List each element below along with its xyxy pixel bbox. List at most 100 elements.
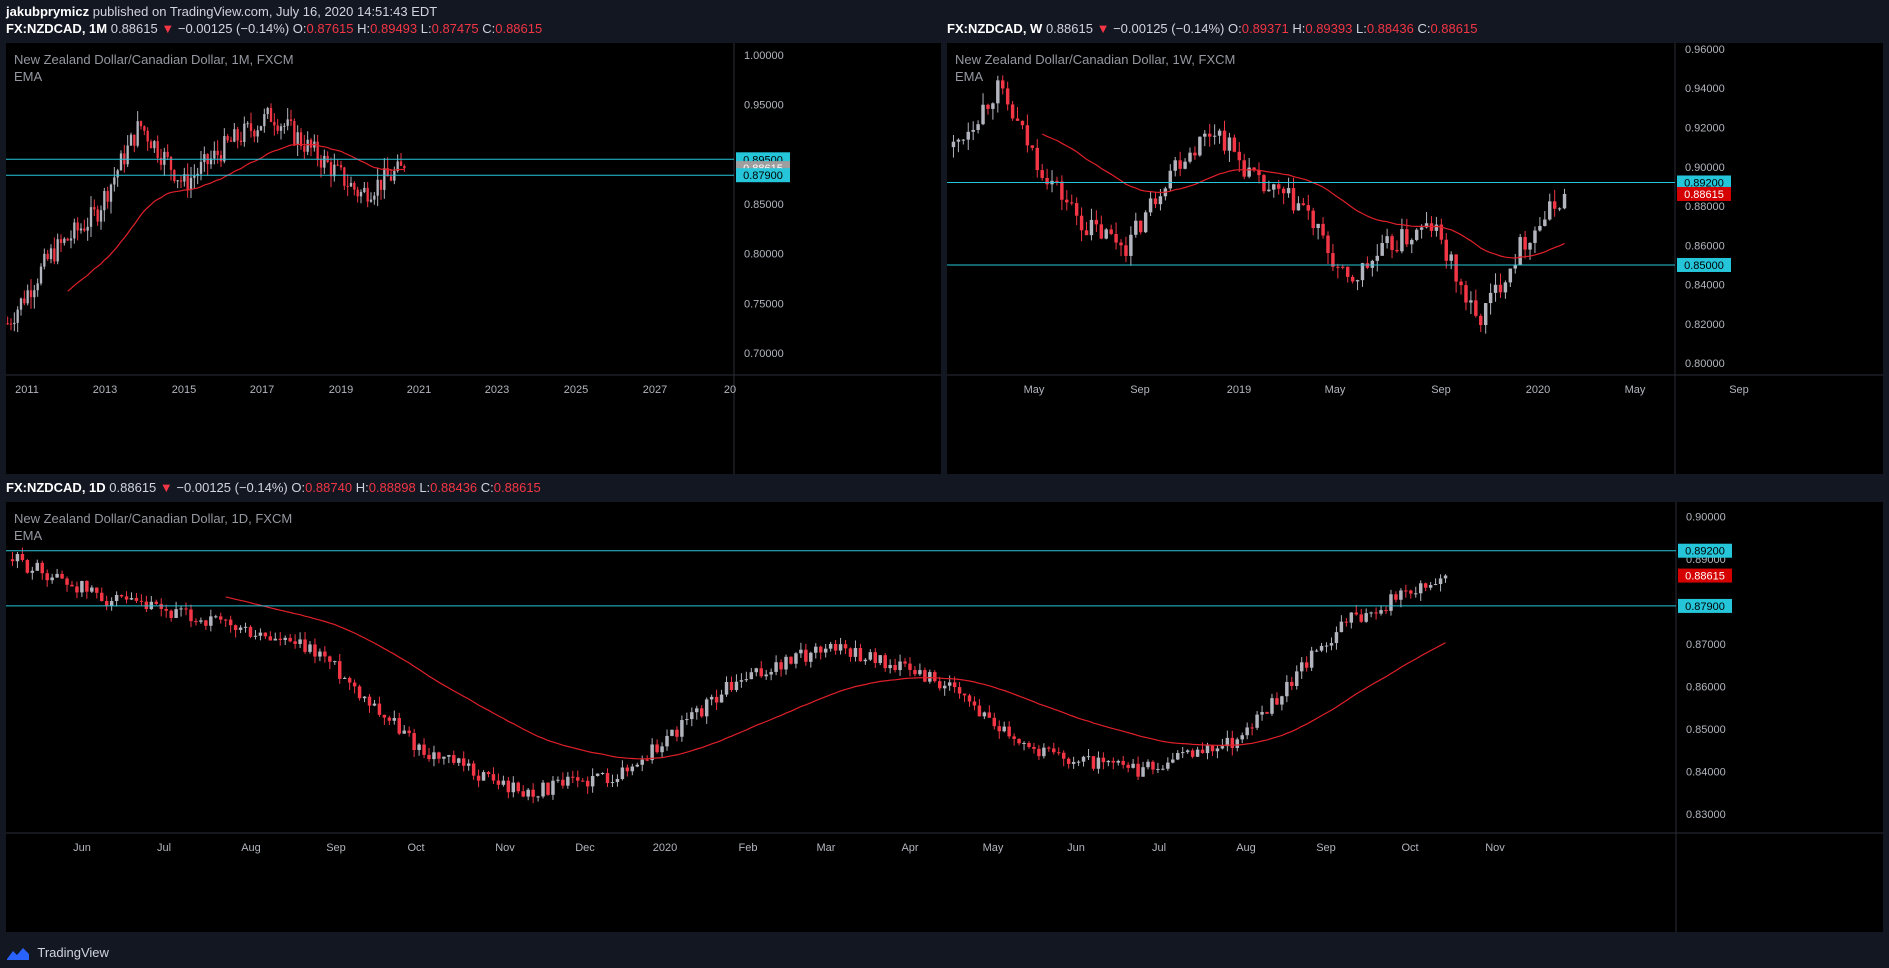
candle-body xyxy=(56,239,59,262)
candle-body xyxy=(1079,215,1084,231)
author-name[interactable]: jakubprymicz xyxy=(6,4,89,19)
low-value: 0.87475 xyxy=(431,21,479,36)
candle-body xyxy=(30,570,35,573)
legend-indicator[interactable]: EMA xyxy=(14,68,294,85)
candle-body xyxy=(1166,762,1170,769)
chart-header-monthly: FX:NZDCAD, 1M 0.88615 ▼ −0.00125 (−0.14%… xyxy=(6,21,543,36)
symbol-label[interactable]: FX:NZDCAD, 1D xyxy=(6,480,106,495)
ema-line xyxy=(67,143,405,292)
x-tick-label: 2025 xyxy=(564,384,588,396)
candle-body xyxy=(1007,726,1011,737)
candle-body xyxy=(1134,220,1138,235)
legend-title: New Zealand Dollar/Canadian Dollar, 1D, … xyxy=(14,511,293,526)
candle-body xyxy=(174,609,178,618)
candle-body xyxy=(1089,219,1094,236)
chart-canvas[interactable]: 0.900000.890000.870000.860000.850000.840… xyxy=(6,502,1883,932)
candle-body xyxy=(1055,180,1059,182)
down-arrow-icon: ▼ xyxy=(161,21,175,36)
candle-body xyxy=(83,228,86,231)
candle-body xyxy=(86,226,89,231)
candle-body xyxy=(665,735,669,747)
candle-body xyxy=(1129,234,1133,256)
candle-body xyxy=(571,776,575,778)
candle-body xyxy=(997,726,1001,732)
chart-canvas[interactable]: 0.96000 0.94000 0.92000 0.90000 0.88000 0.860… xyxy=(947,43,1883,474)
candle-body xyxy=(129,134,133,146)
candle-body xyxy=(362,696,367,699)
candle-body xyxy=(216,150,219,156)
candle-body xyxy=(1321,223,1325,236)
candle-body xyxy=(1066,758,1071,764)
candle-body xyxy=(1200,749,1205,754)
legend-indicator[interactable]: EMA xyxy=(955,68,1235,85)
candle-body xyxy=(236,129,239,141)
candle-body xyxy=(6,323,9,325)
candle-body xyxy=(1071,761,1076,764)
candle-body xyxy=(194,621,198,623)
candle-body xyxy=(293,120,296,145)
candle-body xyxy=(156,141,159,158)
candle-body xyxy=(1296,203,1301,211)
candle-body xyxy=(387,717,392,721)
candle-body xyxy=(1020,120,1025,126)
candle-body xyxy=(1295,671,1299,687)
candle-body xyxy=(739,680,744,682)
candle-body xyxy=(35,562,40,571)
candle-body xyxy=(928,672,932,682)
candle-body xyxy=(1141,767,1145,777)
candle-body xyxy=(1469,300,1473,303)
candle-body xyxy=(690,712,694,720)
legend-indicator[interactable]: EMA xyxy=(14,527,292,544)
candle-body xyxy=(1099,224,1104,239)
candle-body xyxy=(873,652,878,663)
candle-body xyxy=(1171,759,1175,763)
candle-body xyxy=(1227,137,1232,151)
candle-body xyxy=(377,703,382,715)
candle-body xyxy=(452,755,456,763)
candle-body xyxy=(246,123,249,125)
candle-body xyxy=(1562,193,1567,209)
candle-body xyxy=(9,323,13,325)
candle-body xyxy=(853,648,858,657)
candle-body xyxy=(402,730,406,734)
high-value: 0.88898 xyxy=(368,480,416,495)
x-tick-label: Sep xyxy=(1431,384,1451,396)
candle-body xyxy=(289,119,293,121)
candle-body xyxy=(1464,285,1468,303)
candle-body xyxy=(1533,230,1537,243)
candle-body xyxy=(1070,202,1074,204)
chart-pane-weekly[interactable]: 0.96000 0.94000 0.92000 0.90000 0.88000 0.860… xyxy=(947,43,1883,474)
candle-body xyxy=(25,559,30,573)
candle-body xyxy=(336,164,339,166)
candle-body xyxy=(319,159,323,168)
candle-body xyxy=(947,682,952,686)
candle-body xyxy=(903,661,907,664)
candle-body xyxy=(136,121,139,146)
candle-body xyxy=(1291,188,1296,211)
candle-body xyxy=(303,639,307,652)
tradingview-brand[interactable]: TradingView xyxy=(6,944,109,962)
candle-body xyxy=(55,573,59,578)
candle-body xyxy=(15,554,20,562)
candle-body xyxy=(119,594,124,597)
symbol-label[interactable]: FX:NZDCAD, W xyxy=(947,21,1042,36)
candle-body xyxy=(184,608,188,610)
chart-pane-monthly[interactable]: 1.00000 0.95000 0.85000 0.80000 0.75000 0.700… xyxy=(6,43,941,474)
x-tick-label: Aug xyxy=(1236,842,1256,854)
candle-body xyxy=(1523,237,1527,250)
candle-body xyxy=(1270,698,1274,714)
candle-body xyxy=(1027,742,1031,747)
candle-body xyxy=(1528,242,1532,250)
chart-canvas[interactable]: 1.00000 0.95000 0.85000 0.80000 0.75000 0.700… xyxy=(6,43,941,474)
chart-pane-daily[interactable]: 0.90000 0.89000 0.87000 0.86000 0.85000 0.840… xyxy=(6,502,1883,932)
candle-body xyxy=(99,210,103,222)
candle-body xyxy=(1474,300,1478,316)
symbol-label[interactable]: FX:NZDCAD, 1M xyxy=(6,21,107,36)
x-tick-label: 2017 xyxy=(250,384,274,396)
candle-body xyxy=(868,652,873,660)
candle-body xyxy=(253,130,256,137)
candle-body xyxy=(1045,177,1049,185)
published-text: published on TradingView.com, July 16, 2… xyxy=(92,4,438,19)
x-tick-label: Sep xyxy=(1729,384,1749,396)
candle-body xyxy=(233,625,238,630)
